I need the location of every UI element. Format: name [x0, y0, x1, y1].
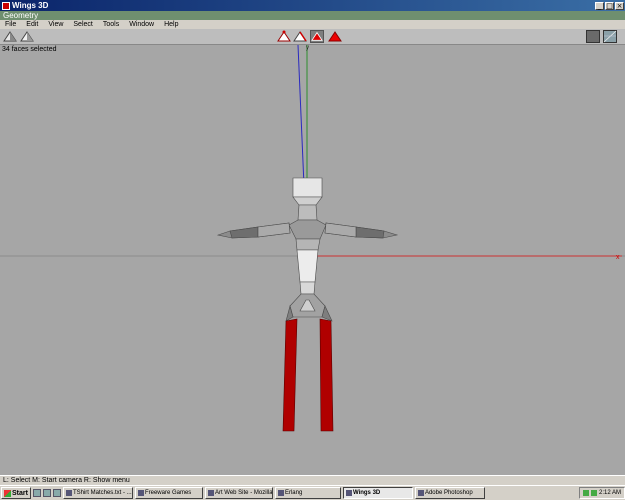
3d-viewport[interactable]: y x 34 faces selected — [0, 45, 625, 475]
start-button[interactable]: Start — [1, 487, 31, 499]
menu-window[interactable]: Window — [124, 20, 159, 29]
volume-icon[interactable] — [590, 490, 597, 496]
mozilla-icon — [207, 490, 214, 496]
windows-logo-icon — [4, 489, 11, 497]
left-leg-selected — [282, 318, 298, 432]
show-desktop-icon[interactable] — [32, 489, 41, 497]
clock[interactable]: 2:12 AM — [599, 488, 621, 498]
head-face — [292, 177, 323, 198]
body-mode-icon[interactable] — [328, 30, 342, 43]
photoshop-icon — [417, 490, 424, 496]
menu-bar: File Edit View Select Tools Window Help — [0, 20, 625, 29]
perspective-icon[interactable] — [20, 30, 34, 43]
face-mode-button[interactable] — [310, 30, 324, 43]
wireframe-icon[interactable] — [586, 30, 600, 43]
y-axis-label: y — [306, 45, 309, 51]
browser-icon[interactable] — [42, 489, 51, 497]
task-freeware-games[interactable]: Freeware Games — [134, 487, 203, 499]
face-mode-icon — [311, 31, 323, 41]
minimize-button[interactable]: _ — [595, 1, 604, 10]
menu-select[interactable]: Select — [68, 20, 97, 29]
toolbar — [0, 29, 625, 45]
explorer-icon[interactable] — [52, 489, 61, 497]
task-tshirt-matches[interactable]: TShirt Matches.txt - ... — [62, 487, 133, 499]
menu-edit[interactable]: Edit — [21, 20, 43, 29]
network-icon[interactable] — [582, 490, 589, 496]
wings-icon — [345, 490, 352, 496]
edge-mode-icon[interactable] — [293, 30, 307, 43]
maximize-button[interactable]: □ — [605, 1, 614, 10]
task-mozilla[interactable]: Art Web Site - Mozilla — [204, 487, 273, 499]
system-tray: 2:12 AM — [578, 487, 625, 499]
menu-file[interactable]: File — [0, 20, 21, 29]
menu-view[interactable]: View — [43, 20, 68, 29]
viewport-canvas: y x — [0, 45, 625, 432]
window-title: Wings 3D — [12, 1, 49, 10]
notepad-icon — [65, 490, 72, 496]
menu-help[interactable]: Help — [159, 20, 183, 29]
task-photoshop[interactable]: Adobe Photoshop — [414, 487, 485, 499]
x-axis-label: x — [616, 254, 620, 261]
folder-icon — [137, 490, 144, 496]
erlang-icon — [277, 490, 284, 496]
waist — [296, 249, 319, 283]
status-bar: L: Select M: Start camera R: Show menu — [0, 475, 625, 485]
chest — [288, 219, 327, 240]
start-label: Start — [12, 489, 28, 497]
task-erlang[interactable]: Erlang — [274, 487, 341, 499]
wings-app-icon — [2, 1, 10, 10]
window-title-bar[interactable]: Wings 3D _ □ × — [0, 0, 625, 11]
menu-tools[interactable]: Tools — [98, 20, 124, 29]
close-button[interactable]: × — [615, 1, 624, 10]
character-mesh — [216, 177, 399, 432]
selection-info: 34 faces selected — [2, 46, 57, 53]
neck — [297, 204, 318, 221]
taskbar: Start TShirt Matches.txt - ... Freeware … — [0, 485, 625, 500]
right-leg-selected — [319, 318, 334, 432]
geometry-window-title: Geometry — [0, 11, 625, 20]
task-wings3d[interactable]: Wings 3D — [342, 487, 413, 499]
vertex-mode-icon[interactable] — [277, 30, 291, 43]
smooth-preview-icon[interactable] — [3, 30, 17, 43]
ground-grid-icon[interactable] — [603, 30, 617, 43]
